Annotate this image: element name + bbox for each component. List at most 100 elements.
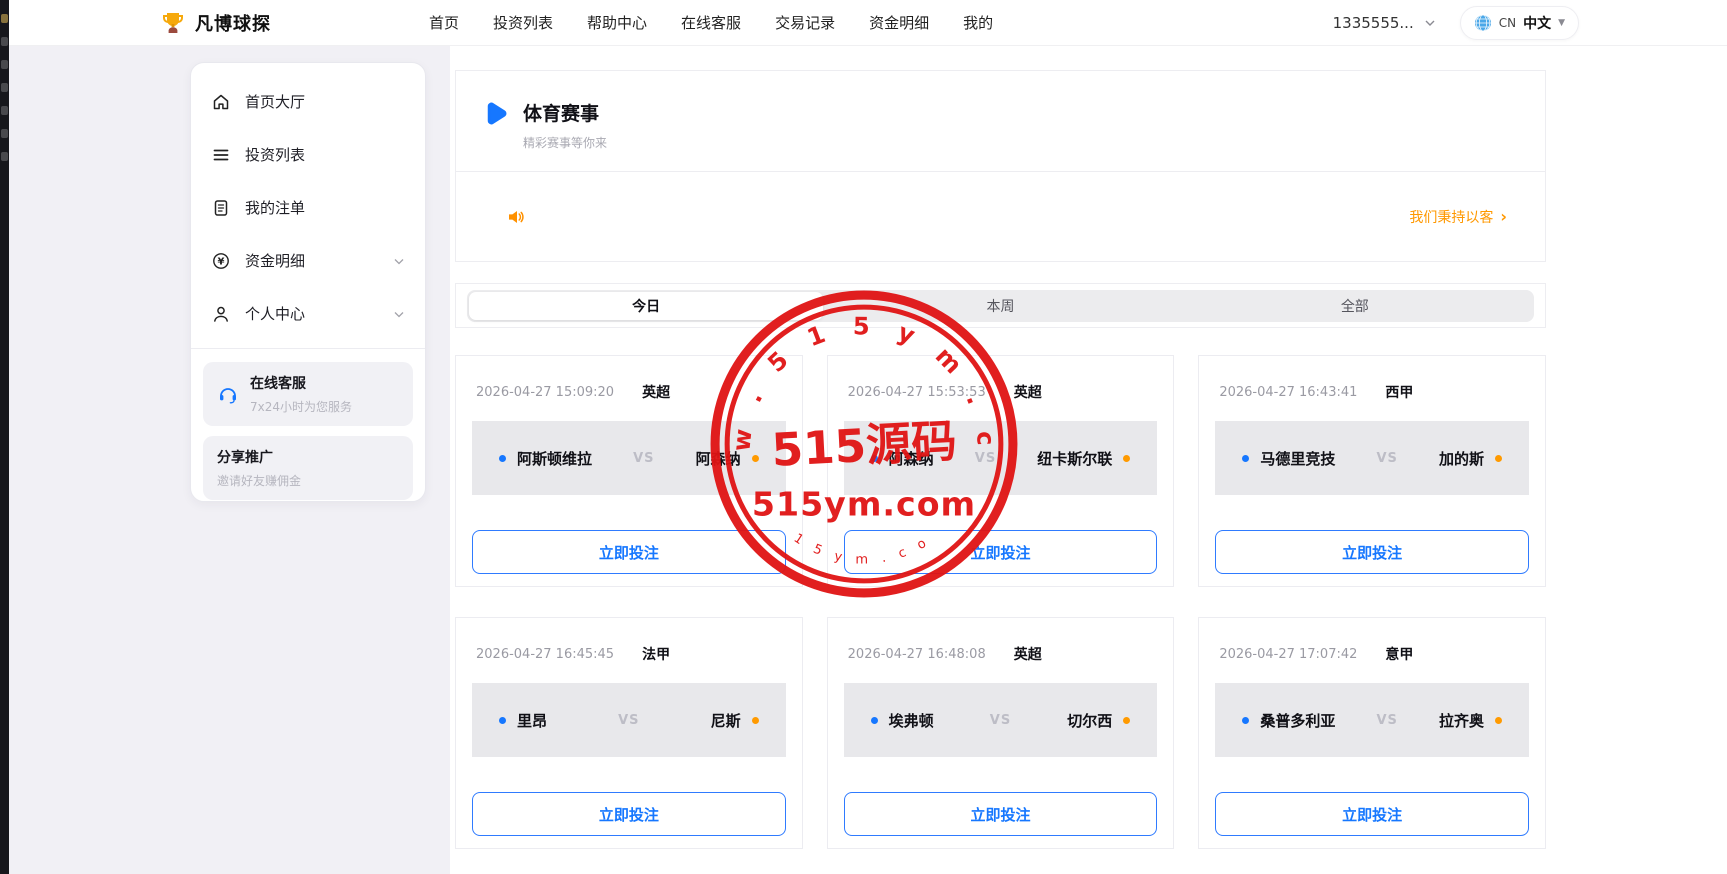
tab-today[interactable]: 今日 [469, 292, 823, 320]
bet-now-button[interactable]: 立即投注 [1215, 792, 1529, 836]
user-icon [211, 304, 231, 324]
match-datetime: 2026-04-27 15:09:20 [476, 385, 614, 400]
away-team-name: 切尔西 [1067, 710, 1112, 731]
nav-item-mine[interactable]: 我的 [963, 12, 993, 33]
brand-name: 凡博球探 [195, 10, 271, 36]
bet-now-button[interactable]: 立即投注 [1215, 530, 1529, 574]
home-team: 里昂 [499, 710, 547, 731]
match-card-header: 2026-04-27 17:07:42 意甲 [1215, 644, 1529, 664]
background-window-strip [0, 0, 9, 874]
match-datetime: 2026-04-27 16:48:08 [848, 647, 986, 662]
sidebar-item-personal-center[interactable]: 个人中心 [191, 287, 425, 340]
away-team: 阿森纳 [696, 448, 759, 469]
bet-now-button[interactable]: 立即投注 [844, 792, 1158, 836]
sidebar-item-my-orders[interactable]: 我的注单 [191, 181, 425, 234]
yuan-icon: ¥ [211, 251, 231, 271]
match-card: 2026-04-27 16:43:41 西甲 马德里竞技 VS 加的斯 立即投注 [1198, 355, 1546, 587]
sidebar-item-invest-list[interactable]: 投资列表 [191, 128, 425, 181]
home-team: 阿森纳 [871, 448, 934, 469]
sidebar-item-funds-detail[interactable]: ¥ 资金明细 [191, 234, 425, 287]
bet-now-button[interactable]: 立即投注 [472, 530, 786, 574]
match-card: 2026-04-27 15:53:53 英超 阿森纳 VS 纽卡斯尔联 立即投注 [827, 355, 1175, 587]
home-team-name: 阿森纳 [889, 448, 934, 469]
online-service-card[interactable]: 在线客服 7x24小时为您服务 [203, 362, 413, 426]
match-grid: 2026-04-27 15:09:20 英超 阿斯顿维拉 VS 阿森纳 立即投注… [455, 355, 1546, 849]
match-card-header: 2026-04-27 16:48:08 英超 [844, 644, 1158, 664]
nav-item-online-service[interactable]: 在线客服 [681, 12, 741, 33]
sidebar-item-home-hall[interactable]: 首页大厅 [191, 75, 425, 128]
away-team-name: 尼斯 [711, 710, 741, 731]
match-league: 西甲 [1385, 382, 1413, 402]
sports-events-panel: 体育赛事 精彩赛事等你来 我们秉持以客 › [455, 70, 1546, 262]
nav-item-funds-detail[interactable]: 资金明细 [869, 12, 929, 33]
nav-item-help-center[interactable]: 帮助中心 [587, 12, 647, 33]
away-team-dot [1123, 455, 1130, 462]
share-promo-title: 分享推广 [217, 447, 301, 467]
away-team-dot [1123, 717, 1130, 724]
strip-fragment [1, 106, 8, 115]
match-teams-row: 桑普多利亚 VS 拉齐奥 [1215, 683, 1529, 757]
away-team-dot [1495, 455, 1502, 462]
bet-now-button[interactable]: 立即投注 [472, 792, 786, 836]
match-teams-row: 埃弗顿 VS 切尔西 [844, 683, 1158, 757]
match-card: 2026-04-27 15:09:20 英超 阿斯顿维拉 VS 阿森纳 立即投注 [455, 355, 803, 587]
strip-fragment [1, 60, 8, 69]
main-nav: 首页 投资列表 帮助中心 在线客服 交易记录 资金明细 我的 [429, 12, 993, 33]
away-team-dot [752, 717, 759, 724]
match-card-header: 2026-04-27 16:45:45 法甲 [472, 644, 786, 664]
home-team: 马德里竞技 [1242, 448, 1335, 469]
chevron-down-icon [1424, 17, 1436, 29]
strip-fragment [1, 83, 8, 92]
page-title: 体育赛事 [523, 99, 607, 126]
hero-texts: 体育赛事 精彩赛事等你来 [523, 99, 607, 151]
tab-this-week[interactable]: 本周 [823, 292, 1177, 320]
home-team-dot [871, 717, 878, 724]
away-team-name: 拉齐奥 [1439, 710, 1484, 731]
match-league: 英超 [1014, 644, 1042, 664]
nav-item-invest-list[interactable]: 投资列表 [493, 12, 553, 33]
home-team-name: 里昂 [517, 710, 547, 731]
home-team-dot [1242, 455, 1249, 462]
away-team: 尼斯 [711, 710, 759, 731]
account-name: 1335555... [1333, 14, 1414, 32]
share-promo-card[interactable]: 分享推广 邀请好友赚佣金 [203, 436, 413, 500]
nav-item-home[interactable]: 首页 [429, 12, 459, 33]
home-team-name: 桑普多利亚 [1260, 710, 1335, 731]
away-team: 切尔西 [1067, 710, 1130, 731]
account-menu[interactable]: 1335555... [1333, 14, 1436, 32]
list-icon [211, 145, 231, 165]
announcement-bar: 我们秉持以客 › [456, 172, 1545, 262]
home-team-dot [1242, 717, 1249, 724]
trophy-icon [161, 11, 185, 35]
match-datetime: 2026-04-27 16:45:45 [476, 647, 614, 662]
away-team-name: 纽卡斯尔联 [1037, 448, 1112, 469]
online-service-texts: 在线客服 7x24小时为您服务 [250, 373, 352, 415]
match-teams-row: 马德里竞技 VS 加的斯 [1215, 421, 1529, 495]
match-league: 意甲 [1385, 644, 1413, 664]
chevron-down-icon [393, 255, 405, 267]
vs-label: VS [618, 713, 639, 728]
bet-now-button[interactable]: 立即投注 [844, 530, 1158, 574]
date-filter-panel: 今日 本周 全部 [455, 283, 1546, 328]
announcement-link[interactable]: 我们秉持以客 › [1409, 207, 1507, 227]
match-card-header: 2026-04-27 16:43:41 西甲 [1215, 382, 1529, 402]
language-selector[interactable]: CN 中文 ▼ [1460, 6, 1579, 40]
match-teams-row: 阿森纳 VS 纽卡斯尔联 [844, 421, 1158, 495]
language-label: 中文 [1523, 13, 1551, 33]
nav-item-trade-records[interactable]: 交易记录 [775, 12, 835, 33]
brand-logo[interactable]: 凡博球探 [161, 10, 271, 36]
vs-label: VS [990, 713, 1011, 728]
match-league: 法甲 [642, 644, 670, 664]
app-window: 凡博球探 首页 投资列表 帮助中心 在线客服 交易记录 资金明细 我的 1335… [0, 0, 1727, 874]
away-team-dot [1495, 717, 1502, 724]
match-card: 2026-04-27 16:48:08 英超 埃弗顿 VS 切尔西 立即投注 [827, 617, 1175, 849]
match-card-header: 2026-04-27 15:53:53 英超 [844, 382, 1158, 402]
away-team-name: 加的斯 [1439, 448, 1484, 469]
sidebar-item-label: 我的注单 [245, 197, 305, 218]
online-service-subtitle: 7x24小时为您服务 [250, 398, 352, 415]
home-team-dot [871, 455, 878, 462]
away-team: 纽卡斯尔联 [1037, 448, 1130, 469]
caret-down-icon: ▼ [1558, 18, 1565, 28]
language-code: CN [1499, 16, 1516, 30]
tab-all[interactable]: 全部 [1178, 292, 1532, 320]
